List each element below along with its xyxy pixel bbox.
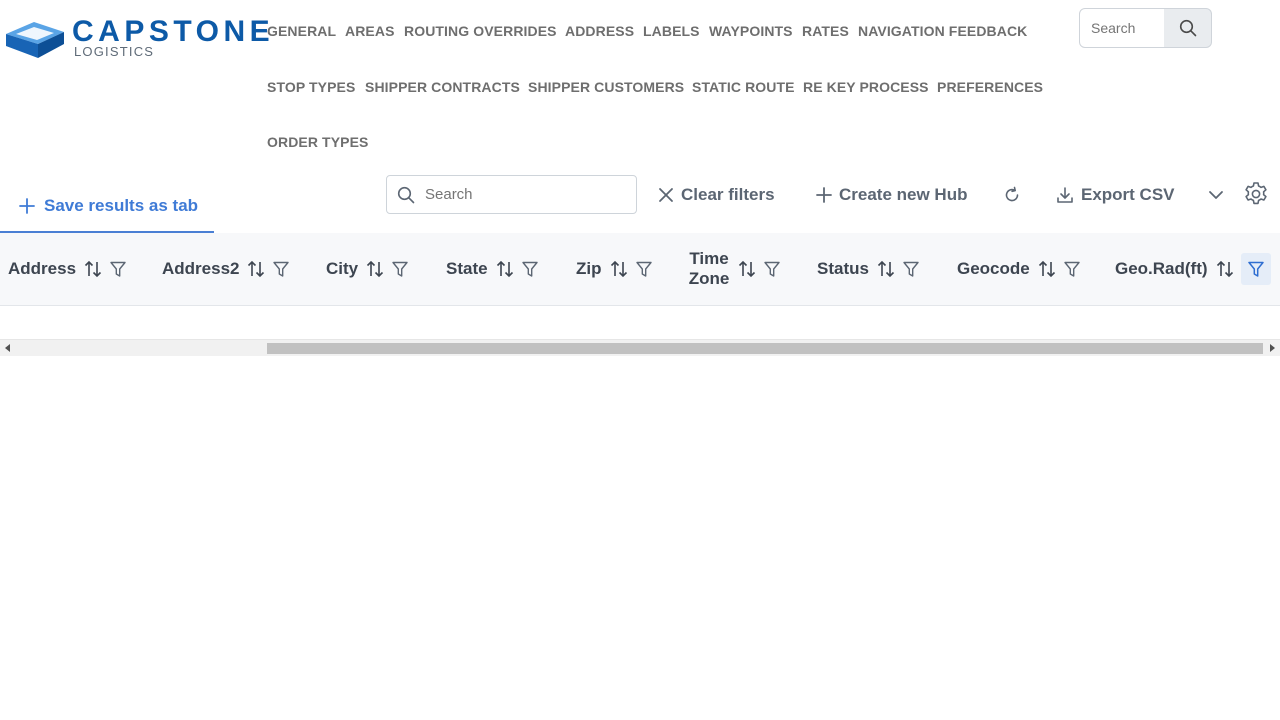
- filter-icon[interactable]: [1063, 257, 1081, 281]
- sort-icon[interactable]: [496, 260, 514, 278]
- column-header-address[interactable]: Address: [8, 233, 127, 305]
- brand-tagline: LOGISTICS: [74, 44, 155, 59]
- search-icon: [397, 186, 415, 203]
- filter-icon[interactable]: [521, 257, 539, 281]
- nav-general[interactable]: GENERAL: [267, 23, 336, 39]
- column-label: Geo.Rad(ft): [1115, 259, 1208, 278]
- header-search-input[interactable]: [1079, 8, 1165, 48]
- column-header-geocode[interactable]: Geocode: [957, 233, 1081, 305]
- refresh-icon: [1005, 186, 1019, 202]
- column-header-zip[interactable]: Zip: [576, 233, 653, 305]
- sort-icon[interactable]: [1216, 260, 1234, 278]
- column-header-geo-radius[interactable]: Geo.Rad(ft): [1115, 233, 1271, 305]
- grid-search-input[interactable]: [425, 186, 625, 203]
- export-csv-label: Export CSV: [1081, 185, 1175, 204]
- filter-icon[interactable]: [272, 257, 290, 281]
- column-header-city[interactable]: City: [326, 233, 409, 305]
- clear-filters-label: Clear filters: [681, 185, 775, 204]
- scrollbar-thumb[interactable]: [267, 343, 1263, 354]
- download-icon: [1057, 187, 1073, 203]
- grid-search-box[interactable]: [386, 175, 637, 214]
- nav-shipper-contracts[interactable]: SHIPPER CONTRACTS: [365, 79, 520, 95]
- column-label: Address: [8, 259, 77, 278]
- column-label: City: [326, 259, 359, 278]
- nav-waypoints[interactable]: WAYPOINTS: [709, 23, 793, 39]
- sort-icon[interactable]: [1038, 260, 1056, 278]
- column-header-state[interactable]: State: [446, 233, 539, 305]
- nav-rates[interactable]: RATES: [802, 23, 849, 39]
- header-search-button[interactable]: [1164, 8, 1212, 48]
- export-csv-button[interactable]: Export CSV: [1056, 183, 1175, 207]
- close-icon: [659, 188, 673, 202]
- nav-preferences[interactable]: PREFERENCES: [937, 79, 1043, 95]
- save-results-tab-label: Save results as tab: [44, 195, 199, 215]
- gear-icon: [1245, 182, 1267, 205]
- refresh-button[interactable]: [1003, 183, 1021, 207]
- sort-icon[interactable]: [877, 260, 895, 278]
- grid-header: Address Address2 City State Zip Time Zon…: [0, 233, 1280, 306]
- sort-icon[interactable]: [247, 260, 265, 278]
- nav-navigation-feedback[interactable]: NAVIGATION FEEDBACK: [858, 23, 1027, 39]
- clear-filters-button[interactable]: Clear filters: [658, 183, 775, 207]
- column-header-time-zone[interactable]: Time Zone: [688, 233, 781, 305]
- filter-icon[interactable]: [391, 257, 409, 281]
- column-header-status[interactable]: Status: [817, 233, 920, 305]
- create-hub-button[interactable]: Create new Hub: [816, 183, 967, 207]
- nav-routing-overrides[interactable]: ROUTING OVERRIDES: [404, 23, 557, 39]
- filter-icon[interactable]: [635, 257, 653, 281]
- column-header-address2[interactable]: Address2: [162, 233, 290, 305]
- filter-icon[interactable]: [902, 257, 920, 281]
- nav-address[interactable]: ADDRESS: [565, 23, 634, 39]
- column-label: State: [446, 259, 488, 278]
- plus-icon: [19, 197, 35, 214]
- sort-icon[interactable]: [84, 260, 102, 278]
- settings-button[interactable]: [1243, 182, 1269, 206]
- chevron-down-icon: [1209, 191, 1223, 199]
- filter-icon[interactable]: [763, 257, 781, 281]
- nav-labels[interactable]: LABELS: [643, 23, 700, 39]
- more-options-dropdown[interactable]: [1208, 183, 1224, 207]
- nav-re-key-process[interactable]: RE KEY PROCESS: [803, 79, 929, 95]
- scroll-left-arrow-icon[interactable]: [5, 344, 10, 352]
- sort-icon[interactable]: [738, 260, 756, 278]
- sort-icon[interactable]: [610, 260, 628, 278]
- search-icon: [1179, 19, 1196, 37]
- logo-mark-icon: [6, 22, 64, 58]
- filter-icon[interactable]: [109, 257, 127, 281]
- brand-logo[interactable]: CAPSTONE LOGISTICS: [4, 15, 270, 64]
- nav-static-route[interactable]: STATIC ROUTE: [692, 79, 795, 95]
- column-label: Status: [817, 259, 869, 278]
- scroll-right-arrow-icon[interactable]: [1270, 344, 1275, 352]
- nav-areas[interactable]: AREAS: [345, 23, 395, 39]
- horizontal-scrollbar[interactable]: [0, 339, 1280, 356]
- filter-icon-active[interactable]: [1240, 253, 1271, 285]
- column-label: Time Zone: [688, 249, 730, 288]
- column-label: Address2: [162, 259, 240, 278]
- sort-icon[interactable]: [366, 260, 384, 278]
- nav-shipper-customers[interactable]: SHIPPER CUSTOMERS: [528, 79, 684, 95]
- column-label: Zip: [576, 259, 602, 278]
- nav-stop-types[interactable]: STOP TYPES: [267, 79, 355, 95]
- column-label: Geocode: [957, 259, 1030, 278]
- create-hub-label: Create new Hub: [839, 185, 968, 204]
- save-results-tab-button[interactable]: Save results as tab: [0, 180, 214, 233]
- nav-order-types[interactable]: ORDER TYPES: [267, 134, 368, 150]
- plus-icon: [816, 187, 832, 203]
